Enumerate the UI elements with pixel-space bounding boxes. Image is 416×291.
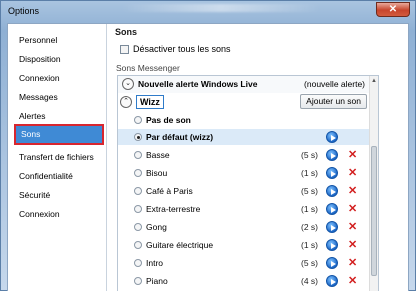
scroll-thumb[interactable] (371, 146, 377, 276)
sound-row[interactable]: Piano (4 s) ✕ (118, 273, 371, 289)
section-heading: Sons (115, 27, 138, 37)
sound-label: Extra-terrestre (146, 204, 201, 214)
play-icon[interactable] (326, 131, 338, 143)
delete-x-icon[interactable]: ✕ (348, 148, 357, 161)
window-title: Options (8, 6, 40, 16)
play-icon[interactable] (326, 203, 338, 215)
sound-label: Basse (146, 150, 170, 160)
sound-label: Bisou (146, 168, 168, 178)
group-value: (nouvelle alerte) (304, 79, 365, 89)
radio-button[interactable] (134, 151, 142, 159)
sound-duration: (2 s) (301, 222, 318, 232)
play-icon[interactable] (326, 221, 338, 233)
delete-x-icon[interactable]: ✕ (348, 184, 357, 197)
sound-label: Piano (146, 276, 168, 286)
close-icon: ✕ (388, 4, 398, 15)
options-window: Options ✕ Personnel Disposition Connexio… (0, 0, 416, 291)
delete-x-icon[interactable]: ✕ (348, 202, 357, 215)
play-icon[interactable] (326, 275, 338, 287)
group-new-alert[interactable]: ⌄ Nouvelle alerte Windows Live (nouvelle… (118, 76, 371, 93)
chevron-up-icon[interactable]: ⌃ (120, 96, 132, 108)
play-icon[interactable] (326, 257, 338, 269)
title-bar: Options ✕ (1, 1, 415, 23)
sound-duration: (1 s) (301, 204, 318, 214)
sound-label: Par défaut (wizz) (146, 132, 214, 142)
delete-x-icon[interactable]: ✕ (348, 274, 357, 287)
group-title: Nouvelle alerte Windows Live (138, 79, 258, 89)
sound-label: Pas de son (146, 115, 191, 125)
dialog-content: Personnel Disposition Connexion Messages… (7, 23, 409, 291)
messenger-sounds-label: Sons Messenger (116, 63, 180, 73)
radio-button[interactable] (134, 241, 142, 249)
radio-button[interactable] (134, 187, 142, 195)
radio-button[interactable] (134, 223, 142, 231)
disable-all-sounds[interactable]: Désactiver tous les sons (120, 43, 231, 55)
play-icon[interactable] (326, 167, 338, 179)
sound-row[interactable]: Bisou (1 s) ✕ (118, 165, 371, 181)
delete-x-icon[interactable]: ✕ (348, 238, 357, 251)
sound-duration: (5 s) (301, 150, 318, 160)
sound-duration: (1 s) (301, 240, 318, 250)
sound-row[interactable]: Basse (5 s) ✕ (118, 147, 371, 163)
nav-item-sons[interactable]: Sons (14, 124, 104, 145)
scroll-up-arrow-icon[interactable]: ▲ (371, 78, 377, 84)
delete-x-icon[interactable]: ✕ (348, 256, 357, 269)
group-wizz[interactable]: ⌃ Wizz Ajouter un son (118, 94, 371, 111)
nav-item-disposition[interactable]: Disposition (14, 50, 104, 68)
sound-label: Café à Paris (146, 186, 193, 196)
play-icon[interactable] (326, 185, 338, 197)
delete-x-icon[interactable]: ✕ (348, 220, 357, 233)
list-scrollbar[interactable]: ▲ (369, 76, 378, 291)
sound-duration: (1 s) (301, 168, 318, 178)
sound-row[interactable]: Pas de son (118, 112, 371, 128)
radio-button[interactable] (134, 259, 142, 267)
sound-row[interactable]: Intro (5 s) ✕ (118, 255, 371, 271)
nav-item-personnel[interactable]: Personnel (14, 31, 104, 49)
radio-button[interactable] (134, 277, 142, 285)
delete-x-icon[interactable]: ✕ (348, 166, 357, 179)
sound-duration: (5 s) (301, 186, 318, 196)
sound-duration: (5 s) (301, 258, 318, 268)
nav-item-confidentialite[interactable]: Confidentialité (14, 167, 104, 185)
sound-row[interactable]: Gong (2 s) ✕ (118, 219, 371, 235)
radio-button[interactable] (134, 205, 142, 213)
sound-row[interactable]: Extra-terrestre (1 s) ✕ (118, 201, 371, 217)
radio-button[interactable] (134, 116, 142, 124)
options-nav: Personnel Disposition Connexion Messages… (8, 24, 107, 291)
nav-item-connexion[interactable]: Connexion (14, 69, 104, 87)
blurred-title-area (121, 4, 321, 12)
sounds-pane: Sons Désactiver tous les sons Sons Messe… (108, 24, 408, 291)
sound-label: Guitare électrique (146, 240, 214, 250)
disable-all-checkbox[interactable] (120, 44, 129, 54)
nav-item-messages[interactable]: Messages (14, 88, 104, 106)
nav-item-alertes[interactable]: Alertes (14, 107, 104, 125)
sound-duration: (4 s) (301, 276, 318, 286)
radio-button[interactable] (134, 169, 142, 177)
nav-item-transfert[interactable]: Transfert de fichiers (14, 148, 104, 166)
sound-row[interactable]: Guitare électrique (1 s) ✕ (118, 237, 371, 253)
play-icon[interactable] (326, 239, 338, 251)
sound-label: Intro (146, 258, 164, 268)
radio-button[interactable] (134, 133, 142, 141)
play-icon[interactable] (326, 149, 338, 161)
sound-row[interactable]: Café à Paris (5 s) ✕ (118, 183, 371, 199)
sounds-list: ⌄ Nouvelle alerte Windows Live (nouvelle… (117, 75, 379, 291)
wizz-group-title: Wizz (136, 95, 164, 109)
sound-label: Gong (146, 222, 167, 232)
disable-all-label: Désactiver tous les sons (133, 44, 231, 54)
close-button[interactable]: ✕ (376, 2, 410, 17)
chevron-down-icon[interactable]: ⌄ (122, 78, 134, 90)
add-sound-button[interactable]: Ajouter un son (300, 94, 367, 109)
nav-item-connexion-2[interactable]: Connexion (14, 205, 104, 223)
sound-row[interactable]: Par défaut (wizz) (118, 129, 371, 145)
nav-item-securite[interactable]: Sécurité (14, 186, 104, 204)
